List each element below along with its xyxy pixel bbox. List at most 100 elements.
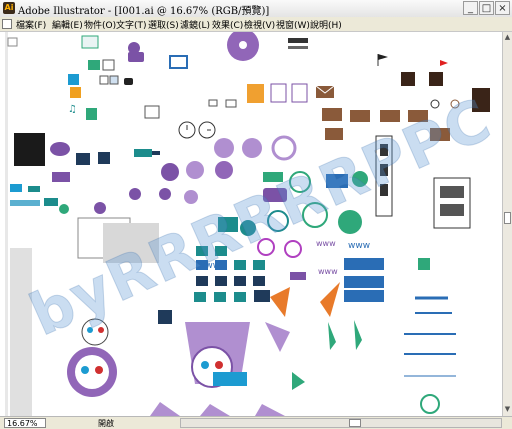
disc-hole <box>239 41 247 49</box>
film-reel-icon <box>184 190 198 204</box>
www-arrow-sign <box>344 290 384 302</box>
square-icon <box>98 152 110 164</box>
film-frame <box>440 204 464 216</box>
phone-icon <box>99 75 109 85</box>
flag-icon <box>378 54 388 60</box>
illustrator-app-icon[interactable]: Ai <box>3 2 15 14</box>
video-camera-icon <box>128 52 144 62</box>
feather-shape <box>354 320 362 350</box>
document-icon <box>86 108 97 120</box>
film-strip-icon <box>433 177 471 229</box>
film-reel-icon <box>161 163 179 181</box>
small-rect <box>214 292 226 302</box>
monitor-icon <box>208 99 218 107</box>
square-icon <box>44 198 58 206</box>
envelope-icon <box>350 110 370 122</box>
vertical-scroll-thumb[interactable] <box>504 212 511 224</box>
small-rect <box>254 290 270 302</box>
gamepad-icon <box>124 78 133 85</box>
video-camera-icon <box>129 188 141 200</box>
character-horn <box>265 322 290 352</box>
close-button[interactable]: × <box>495 1 510 15</box>
menu-help[interactable]: 說明(H) <box>310 18 342 31</box>
feather-shape <box>292 372 305 390</box>
small-rect <box>215 276 227 286</box>
notepad-icon <box>247 84 264 103</box>
www-label: www <box>316 239 336 248</box>
square-icon <box>418 258 430 270</box>
artboard-canvas[interactable]: ♫ www www www www byRRRRRRPPC <box>0 32 502 416</box>
dot-shape <box>94 202 106 214</box>
menu-filter[interactable]: 濾鏡(L) <box>180 18 210 31</box>
www-label: www <box>348 241 370 251</box>
menu-view[interactable]: 檢視(V) <box>244 18 275 31</box>
envelope-icon <box>325 128 343 140</box>
film-reel-icon <box>242 138 262 158</box>
minimize-button[interactable]: _ <box>463 1 478 15</box>
menu-window[interactable]: 視窗(W) <box>276 18 310 31</box>
music-note-icon: ♫ <box>68 104 77 115</box>
zoom-level-field[interactable]: 16.67% <box>4 418 46 428</box>
chat-bubble-icon <box>50 142 70 156</box>
document-icon <box>102 59 115 71</box>
vertical-scrollbar[interactable]: ▲ ▼ <box>502 32 512 416</box>
bar-shape <box>10 200 40 206</box>
scroll-up-arrow-icon[interactable]: ▲ <box>503 32 512 42</box>
status-label[interactable]: 開啟 <box>98 418 114 429</box>
horizontal-scrollbar[interactable] <box>180 418 502 428</box>
tape-icon <box>169 55 188 69</box>
status-bar: 16.67% 開啟 <box>0 416 512 429</box>
folder-icon <box>81 35 99 49</box>
scroll-down-arrow-icon[interactable]: ▼ <box>503 404 512 414</box>
square-icon <box>28 186 40 192</box>
flag-icon <box>440 60 448 66</box>
image-icon <box>88 60 100 70</box>
menu-effect[interactable]: 效果(C) <box>212 18 243 31</box>
maximize-button[interactable]: □ <box>479 1 494 15</box>
film-reel-icon <box>271 135 297 161</box>
video-camera-icon <box>159 188 171 200</box>
character-body <box>150 402 180 416</box>
menu-select[interactable]: 選取(S) <box>148 18 179 31</box>
square-icon <box>76 153 90 165</box>
character-eye <box>201 361 209 369</box>
film-reel-icon <box>186 161 204 179</box>
document-icon[interactable] <box>2 19 12 29</box>
ring-icon <box>420 394 440 414</box>
menu-edit[interactable]: 編輯(E) <box>52 18 83 31</box>
chat-bubble-icon <box>52 172 70 182</box>
menu-file[interactable]: 檔案(F) <box>16 18 46 31</box>
film-reel-icon <box>214 138 234 158</box>
character-body <box>255 404 285 416</box>
dot-shape <box>59 204 69 214</box>
character-eye <box>81 366 89 374</box>
film-frame <box>440 186 464 198</box>
blue-block <box>213 372 247 386</box>
envelope-icon <box>322 108 342 121</box>
square-icon <box>158 310 172 324</box>
small-rect <box>234 292 246 302</box>
feather-shape <box>328 322 336 350</box>
square-icon <box>70 87 81 98</box>
dark-square <box>14 133 45 166</box>
www-label: www <box>318 267 338 276</box>
square-icon <box>10 184 22 192</box>
menu-type[interactable]: 文字(T) <box>116 18 147 31</box>
mailbox-icon <box>429 72 443 86</box>
small-rect <box>234 276 246 286</box>
character-eye <box>215 361 223 369</box>
menu-object[interactable]: 物件(O) <box>84 18 116 31</box>
folder-icon <box>7 37 18 47</box>
tv-icon <box>144 105 160 119</box>
monitor-icon <box>225 99 237 108</box>
leaf-shape <box>270 287 290 317</box>
notepad-icon <box>291 83 308 103</box>
title-bar: Ai Adobe Illustrator - [I001.ai @ 16.67%… <box>0 0 512 18</box>
www-arrow-sign <box>344 276 384 288</box>
horizontal-scroll-thumb[interactable] <box>349 419 361 427</box>
small-rect <box>290 272 306 280</box>
mailbox-icon <box>401 72 415 86</box>
small-rect <box>253 276 265 286</box>
small-rect <box>194 292 206 302</box>
character-eye <box>95 366 103 374</box>
